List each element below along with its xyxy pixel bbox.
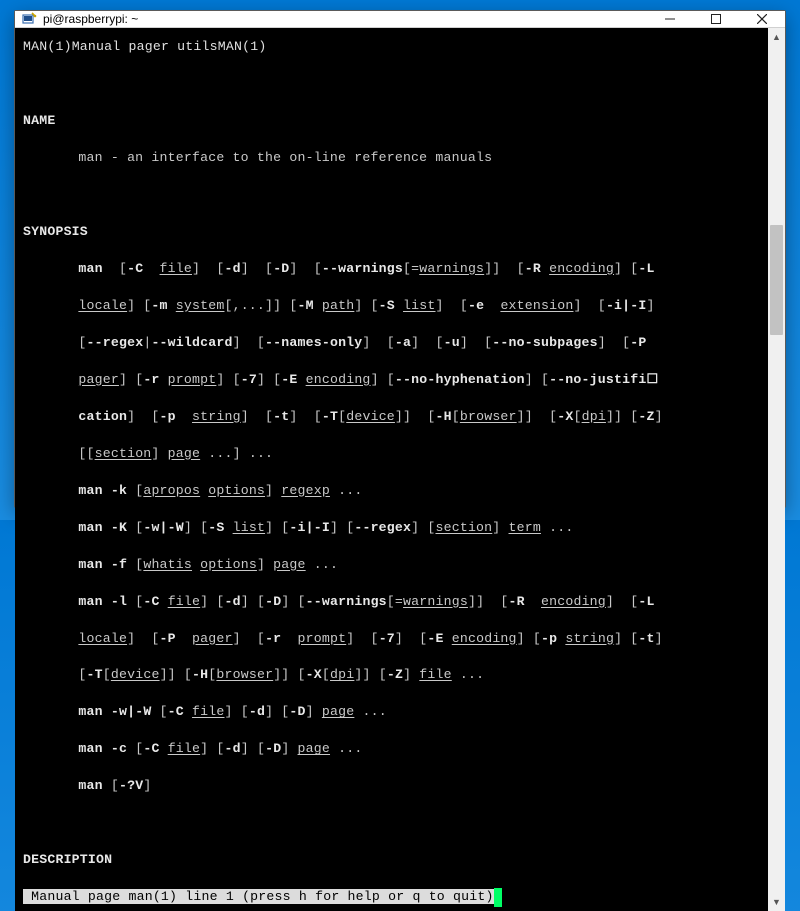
scrollbar[interactable]: ▲ ▼ [768,28,785,911]
scroll-up-button[interactable]: ▲ [768,28,785,45]
name-line: man - an interface to the on-line refere… [23,149,762,167]
scroll-thumb[interactable] [770,225,783,335]
window-controls [647,11,785,27]
window-title: pi@raspberrypi: ~ [43,12,647,26]
section-description: DESCRIPTION [23,851,762,869]
close-button[interactable] [739,11,785,27]
cursor [494,888,502,906]
terminal-area: MAN(1)Manual pager utilsMAN(1) NAME man … [15,28,785,911]
scroll-track[interactable] [768,45,785,894]
man-header-left: MAN(1) [23,39,72,54]
putty-icon [21,11,37,27]
section-synopsis: SYNOPSIS [23,223,762,241]
man-header-center: Manual pager utils [72,39,218,54]
section-name: NAME [23,112,762,130]
terminal-content[interactable]: MAN(1)Manual pager utilsMAN(1) NAME man … [15,28,768,911]
titlebar[interactable]: pi@raspberrypi: ~ [15,11,785,28]
terminal-window: pi@raspberrypi: ~ MAN(1)Manual pager uti… [14,10,786,508]
minimize-button[interactable] [647,11,693,27]
pager-status: Manual page man(1) line 1 (press h for h… [23,889,494,904]
scroll-down-button[interactable]: ▼ [768,894,785,911]
maximize-button[interactable] [693,11,739,27]
man-header-right: MAN(1) [218,39,267,54]
